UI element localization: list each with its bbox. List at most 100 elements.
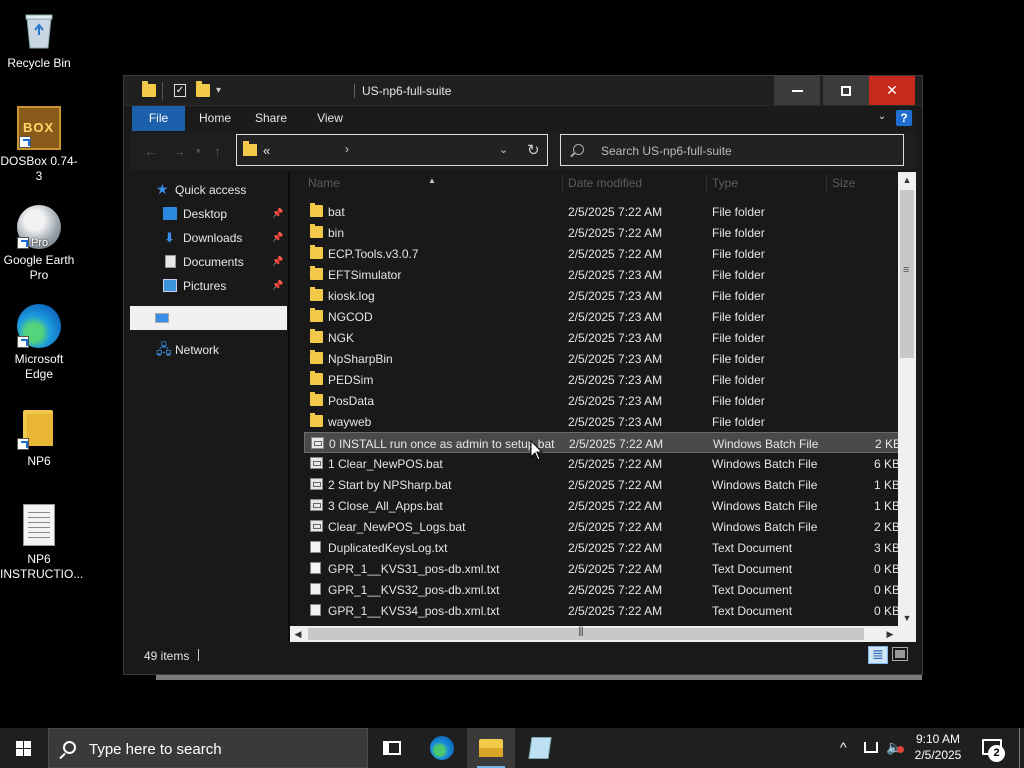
scroll-down-arrow-icon[interactable]: ▼ <box>898 610 916 626</box>
desktop-icon-recycle-bin[interactable]: Recycle Bin <box>0 8 78 71</box>
address-bar[interactable]: « › ⌄ ↻ <box>236 134 548 166</box>
nav-item-quick-access[interactable]: ★ Quick access <box>130 178 287 202</box>
taskbar-edge-button[interactable] <box>418 728 466 768</box>
details-view-icon[interactable] <box>868 646 888 664</box>
file-size: 0 KB <box>874 604 901 618</box>
taskbar-file-explorer-button[interactable] <box>467 728 515 768</box>
refresh-icon[interactable]: ↻ <box>527 141 540 159</box>
table-row[interactable]: 1 Clear_NewPOS.bat 2/5/2025 7:22 AM Window… <box>304 453 904 474</box>
column-separator[interactable] <box>706 174 707 192</box>
search-box[interactable] <box>560 134 904 166</box>
column-separator[interactable] <box>562 174 563 192</box>
nav-item-pictures[interactable]: Pictures 📌 <box>130 274 287 298</box>
tab-share[interactable]: Share <box>246 106 296 131</box>
file-name: ECP.Tools.v3.0.7 <box>328 247 419 261</box>
table-row[interactable]: PosData 2/5/2025 7:23 AM File folder <box>304 390 904 411</box>
desktop-icon-np6-instructions[interactable]: NP6 INSTRUCTIO... <box>0 504 83 582</box>
back-arrow-icon[interactable]: ← <box>144 143 158 159</box>
file-explorer-window[interactable]: ✓ ▾ US-np6-full-suite ✕ File Home Share … <box>123 75 923 675</box>
desktop-icon-np6-folder[interactable]: NP6 <box>0 406 78 469</box>
table-row[interactable]: NpSharpBin 2/5/2025 7:23 AM File folder <box>304 348 904 369</box>
pin-icon[interactable]: 📌 <box>272 232 283 243</box>
recent-locations-chevron-down-icon[interactable]: ▾ <box>196 146 201 157</box>
scroll-right-arrow-icon[interactable]: ▶ <box>882 626 898 642</box>
show-desktop-button[interactable] <box>1019 728 1020 768</box>
table-row[interactable]: 0 INSTALL run once as admin to setup.bat… <box>304 432 904 453</box>
address-history-chevron-down-icon[interactable]: ⌄ <box>499 143 508 156</box>
taskbar-notepad-button[interactable] <box>516 728 564 768</box>
search-input[interactable] <box>601 141 891 161</box>
item-count: 49 items <box>144 649 190 663</box>
new-folder-icon[interactable] <box>196 81 210 97</box>
table-row[interactable]: GPR_1__KVS32_pos-db.xml.txt 2/5/2025 7:22… <box>304 579 904 600</box>
table-row[interactable]: kiosk.log 2/5/2025 7:23 AM File folder <box>304 285 904 306</box>
status-bar: 49 items <box>130 642 916 668</box>
table-row[interactable]: DuplicatedKeysLog.txt 2/5/2025 7:22 AM Tex… <box>304 537 904 558</box>
table-row[interactable]: NGCOD 2/5/2025 7:23 AM File folder <box>304 306 904 327</box>
nav-item-this-pc[interactable] <box>130 306 287 330</box>
table-row[interactable]: GPR_1__KVS31_pos-db.xml.txt 2/5/2025 7:22… <box>304 558 904 579</box>
table-row[interactable]: PEDSim 2/5/2025 7:23 AM File folder <box>304 369 904 390</box>
nav-item-desktop[interactable]: Desktop 📌 <box>130 202 287 226</box>
customize-qa-chevron-down-icon[interactable]: ▾ <box>216 85 221 103</box>
column-header-name[interactable]: Name <box>308 176 340 190</box>
column-header-type[interactable]: Type <box>712 176 738 190</box>
minimize-button[interactable] <box>774 76 820 105</box>
table-row[interactable]: bat 2/5/2025 7:22 AM File folder <box>304 201 904 222</box>
desktop-icon-label: DOSBox 0.74-3 <box>0 154 78 183</box>
horizontal-scrollbar[interactable]: ◀ ▶ <box>290 626 898 642</box>
forward-arrow-icon[interactable]: → <box>172 143 186 159</box>
address-overflow-text[interactable]: « <box>263 143 270 158</box>
breadcrumb-chevron-right-icon[interactable]: › <box>345 142 349 156</box>
pin-icon[interactable]: 📌 <box>272 256 283 267</box>
desktop-icon-dosbox[interactable]: BOX DOSBox 0.74-3 <box>0 106 78 184</box>
table-row[interactable]: 2 Start by NPSharp.bat 2/5/2025 7:22 AM Wi… <box>304 474 904 495</box>
table-row[interactable]: ECP.Tools.v3.0.7 2/5/2025 7:22 AM File fol… <box>304 243 904 264</box>
table-row[interactable]: NGK 2/5/2025 7:23 AM File folder <box>304 327 904 348</box>
pin-icon[interactable]: 📌 <box>272 280 283 291</box>
table-row[interactable]: EFTSimulator 2/5/2025 7:23 AM File folder <box>304 264 904 285</box>
help-icon[interactable]: ? <box>896 110 912 126</box>
maximize-button[interactable] <box>823 76 869 105</box>
tab-home[interactable]: Home <box>190 106 240 131</box>
nav-item-downloads[interactable]: ⬇ Downloads 📌 <box>130 226 287 250</box>
close-button[interactable]: ✕ <box>869 76 915 105</box>
title-bar[interactable]: ✓ ▾ US-np6-full-suite ✕ <box>124 76 922 106</box>
large-icons-view-icon[interactable] <box>892 647 908 661</box>
document-icon <box>17 504 61 548</box>
expand-ribbon-chevron-down-icon[interactable]: ⌄ <box>876 111 888 123</box>
horizontal-scroll-thumb[interactable] <box>308 626 864 640</box>
table-row[interactable]: Clear_NewPOS_Logs.bat 2/5/2025 7:22 AM Win… <box>304 516 904 537</box>
network-tray-icon[interactable] <box>864 742 878 753</box>
taskbar-search-box[interactable]: Type here to search <box>48 728 368 768</box>
column-separator[interactable] <box>826 174 827 192</box>
table-row[interactable]: 3 Close_All_Apps.bat 2/5/2025 7:22 AM Wind… <box>304 495 904 516</box>
vertical-scrollbar[interactable]: ▲ ▼ <box>898 172 916 626</box>
file-date-modified: 2/5/2025 7:22 AM <box>568 562 663 576</box>
up-arrow-icon[interactable]: ↑ <box>214 143 221 159</box>
nav-item-network[interactable]: 🖧 Network <box>130 338 287 362</box>
pin-icon[interactable]: 📌 <box>272 208 283 219</box>
notepad-icon <box>528 737 552 759</box>
desktop-icon-google-earth[interactable]: Pro Google Earth Pro <box>0 205 78 283</box>
tab-file[interactable]: File <box>132 106 185 131</box>
clock[interactable]: 9:10 AM 2/5/2025 <box>910 731 966 763</box>
show-hidden-icons-chevron-up-icon[interactable]: ^ <box>840 739 847 755</box>
table-row[interactable]: wayweb 2/5/2025 7:23 AM File folder <box>304 411 904 432</box>
column-header-date[interactable]: Date modified <box>568 176 642 190</box>
file-name: DuplicatedKeysLog.txt <box>328 541 448 555</box>
scroll-left-arrow-icon[interactable]: ◀ <box>290 626 306 642</box>
task-view-button[interactable] <box>368 728 416 768</box>
file-name: 0 INSTALL run once as admin to setup.bat <box>329 437 555 451</box>
vertical-scroll-thumb[interactable] <box>900 190 914 358</box>
start-button[interactable] <box>0 728 48 768</box>
column-header-size[interactable]: Size <box>832 176 855 190</box>
table-row[interactable]: GPR_1__KVS34_pos-db.xml.txt 2/5/2025 7:22… <box>304 600 904 621</box>
properties-check-icon[interactable]: ✓ <box>174 84 186 97</box>
tab-view[interactable]: View <box>305 106 355 131</box>
scroll-up-arrow-icon[interactable]: ▲ <box>898 172 916 188</box>
desktop-icon-edge[interactable]: Microsoft Edge <box>0 304 78 382</box>
table-row[interactable]: bin 2/5/2025 7:22 AM File folder <box>304 222 904 243</box>
app-folder-icon <box>142 81 156 97</box>
nav-item-documents[interactable]: Documents 📌 <box>130 250 287 274</box>
